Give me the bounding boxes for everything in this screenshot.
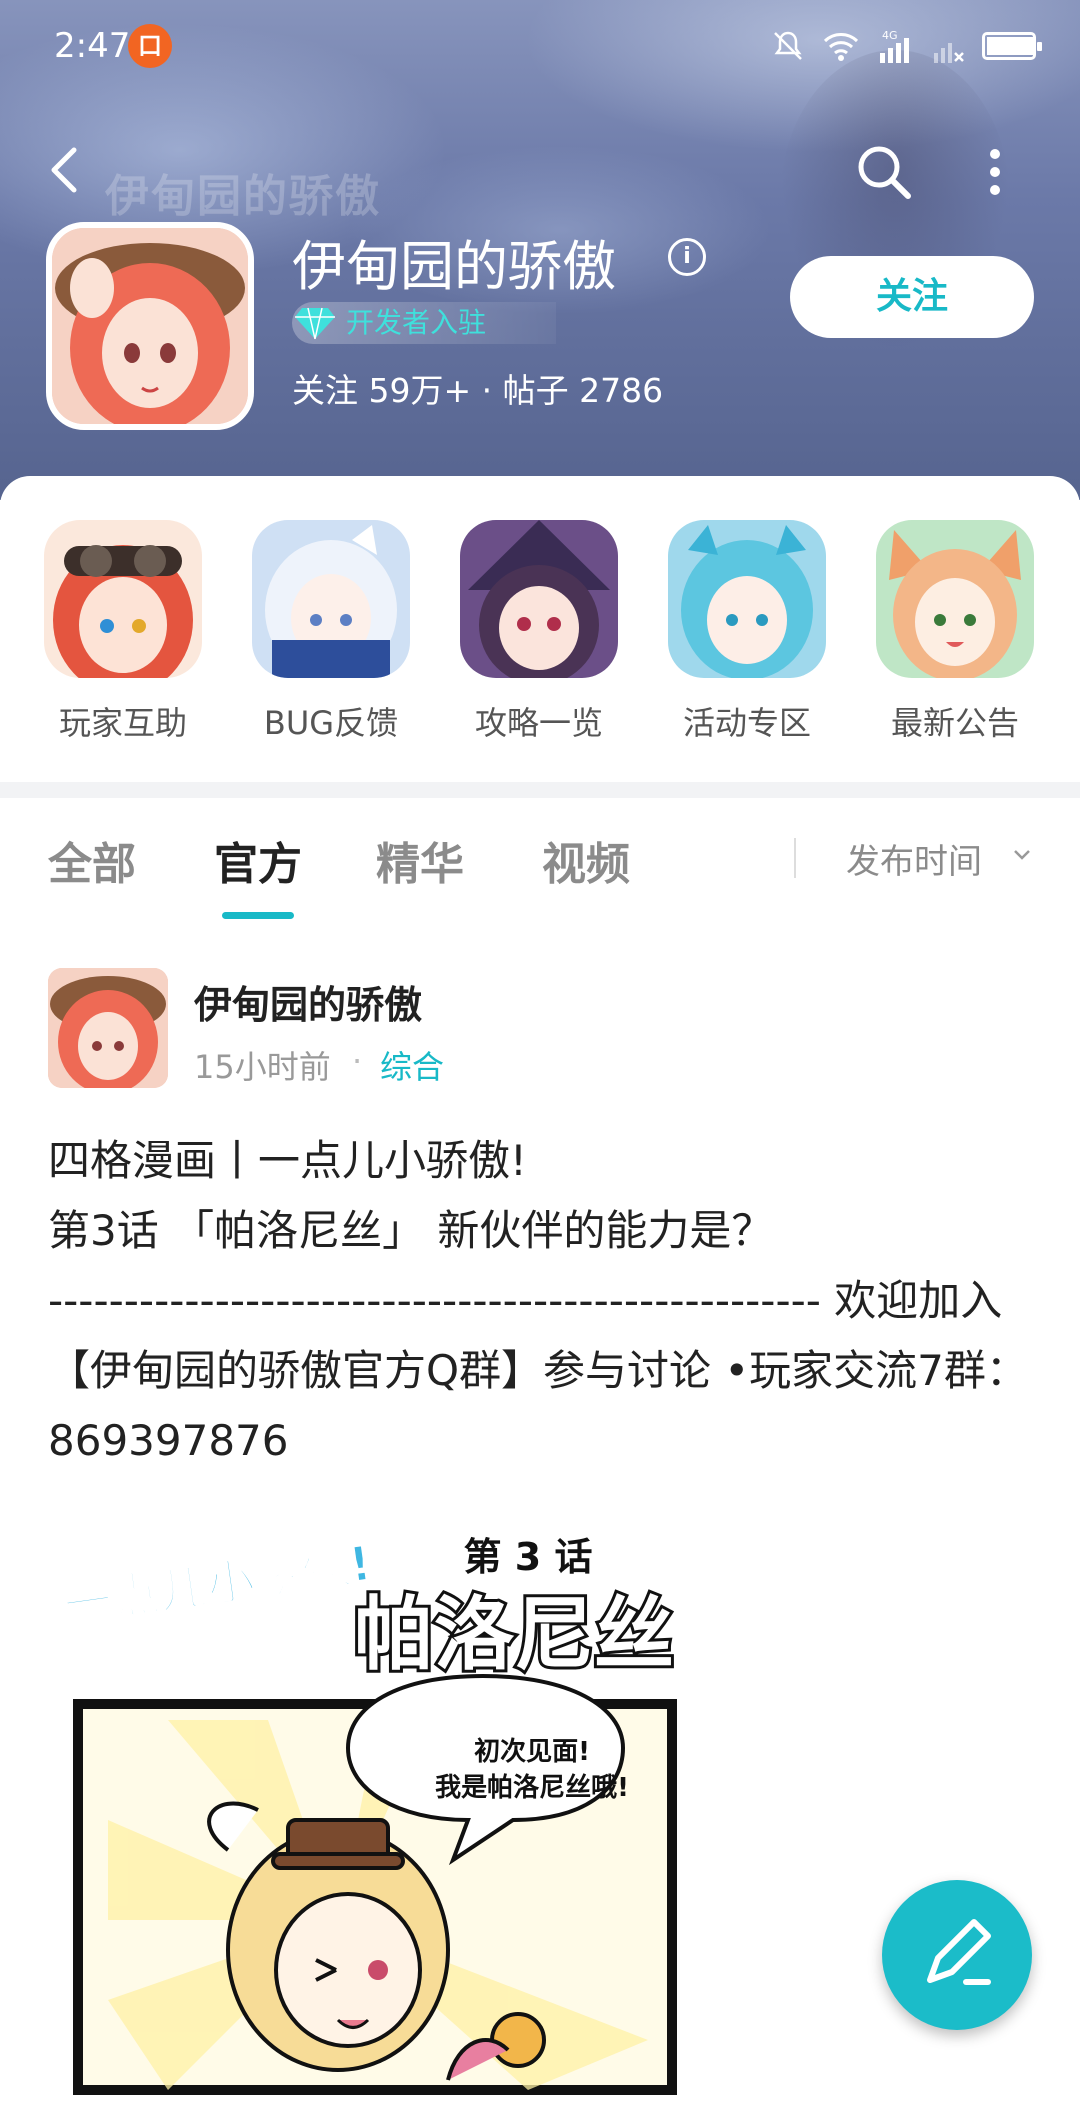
goggles-girl-icon (44, 520, 202, 678)
developer-badge-label: 开发者入驻 (346, 306, 487, 339)
search-icon[interactable] (852, 140, 916, 204)
tab-official[interactable]: 官方 (214, 828, 302, 892)
quick-link-guides[interactable]: 攻略一览 (460, 520, 618, 790)
quick-link-bug-report[interactable]: BUG反馈 (252, 520, 410, 790)
notification-app-icon: 口 (128, 24, 172, 68)
mute-bell-icon (774, 31, 802, 60)
game-header: 伊甸园的骄傲 2:47 口 4G 伊甸园的骄傲 i 开发者入驻 关注 59万+ … (0, 0, 1080, 500)
status-bar: 2:47 口 4G (0, 0, 1080, 92)
quick-links: 玩家互助 BUG反馈 攻略一览 活动专区 最新公告 (0, 476, 1080, 790)
post-category[interactable]: 综合 (380, 1042, 444, 1088)
post-comic-image[interactable]: 一点儿小骄傲! 第 3 话 帕洛尼丝 初次见面! 我是帕洛尼丝哦! (48, 1520, 688, 2102)
comic-speech-line: 初次见面! (474, 1737, 590, 1767)
tab-separator (794, 838, 796, 878)
white-hair-girl-icon (252, 520, 410, 678)
more-options-icon[interactable] (975, 140, 1015, 204)
status-time: 2:47 (54, 26, 131, 66)
game-avatar (46, 222, 254, 430)
status-icons: 4G (770, 28, 1042, 64)
quick-link-label: 最新公告 (890, 704, 1019, 742)
follow-post-stats: 关注 59万+ · 帖子 2786 (292, 371, 664, 410)
post-line: 第3话 「帕洛尼丝」 新伙伴的能力是？ (48, 1206, 774, 1255)
quick-link-player-help[interactable]: 玩家互助 (44, 520, 202, 790)
quick-link-announcements[interactable]: 最新公告 (876, 520, 1034, 790)
section-divider (0, 782, 1080, 798)
comic-series-title: 一点儿小骄傲! (60, 1535, 375, 1634)
quick-link-label: 玩家互助 (58, 704, 187, 742)
chevron-down-icon[interactable] (1012, 848, 1032, 862)
follow-button[interactable]: 关注 (790, 256, 1034, 338)
meta-separator: · (352, 1042, 363, 1080)
tab-video[interactable]: 视频 (542, 828, 630, 892)
post-author-name[interactable]: 伊甸园的骄傲 (194, 974, 422, 1029)
battery-icon (982, 32, 1042, 60)
witch-girl-icon (460, 520, 618, 678)
comic-episode: 第 3 话 (464, 1535, 593, 1579)
quick-link-label: 活动专区 (682, 704, 811, 742)
developer-badge[interactable]: 开发者入驻 (292, 302, 557, 344)
signal-empty-icon (934, 43, 964, 63)
wifi-icon (823, 33, 859, 61)
sort-dropdown[interactable]: 发布时间 (846, 834, 982, 883)
signal-4g-icon: 4G (880, 29, 909, 63)
tab-featured[interactable]: 精华 (376, 828, 464, 892)
info-icon[interactable]: i (668, 238, 706, 276)
svg-text:4G: 4G (882, 29, 898, 42)
tab-all[interactable]: 全部 (48, 828, 136, 892)
page-title: 伊甸园的骄傲 (292, 235, 616, 298)
comic-character-name: 帕洛尼丝 (354, 1588, 674, 1681)
quick-link-label: BUG反馈 (263, 704, 399, 742)
active-tab-indicator (222, 912, 294, 919)
diamond-icon (295, 307, 335, 340)
header-watermark: 伊甸园的骄傲 (105, 171, 381, 222)
pen-icon (927, 1919, 991, 1985)
post-content[interactable]: 四格漫画丨一点儿小骄傲! 第3话 「帕洛尼丝」 新伙伴的能力是？ -------… (48, 1126, 1038, 1476)
comic-speech-line: 我是帕洛尼丝哦! (435, 1772, 629, 1803)
post-line: 四格漫画丨一点儿小骄傲! (48, 1136, 527, 1185)
back-arrow-icon[interactable] (40, 140, 90, 200)
post-author-avatar[interactable] (48, 968, 168, 1088)
quick-link-events[interactable]: 活动专区 (668, 520, 826, 790)
post-line: ----------------------------------------… (48, 1276, 1028, 1465)
fox-ear-girl-icon (876, 520, 1034, 678)
post-timestamp: 15小时前 (194, 1048, 331, 1086)
post-filter-tabs: 全部 官方 精华 视频 发布时间 (0, 798, 1080, 922)
blue-hair-girl-icon (668, 520, 826, 678)
quick-link-label: 攻略一览 (474, 704, 603, 742)
compose-post-button[interactable] (882, 1880, 1032, 2030)
